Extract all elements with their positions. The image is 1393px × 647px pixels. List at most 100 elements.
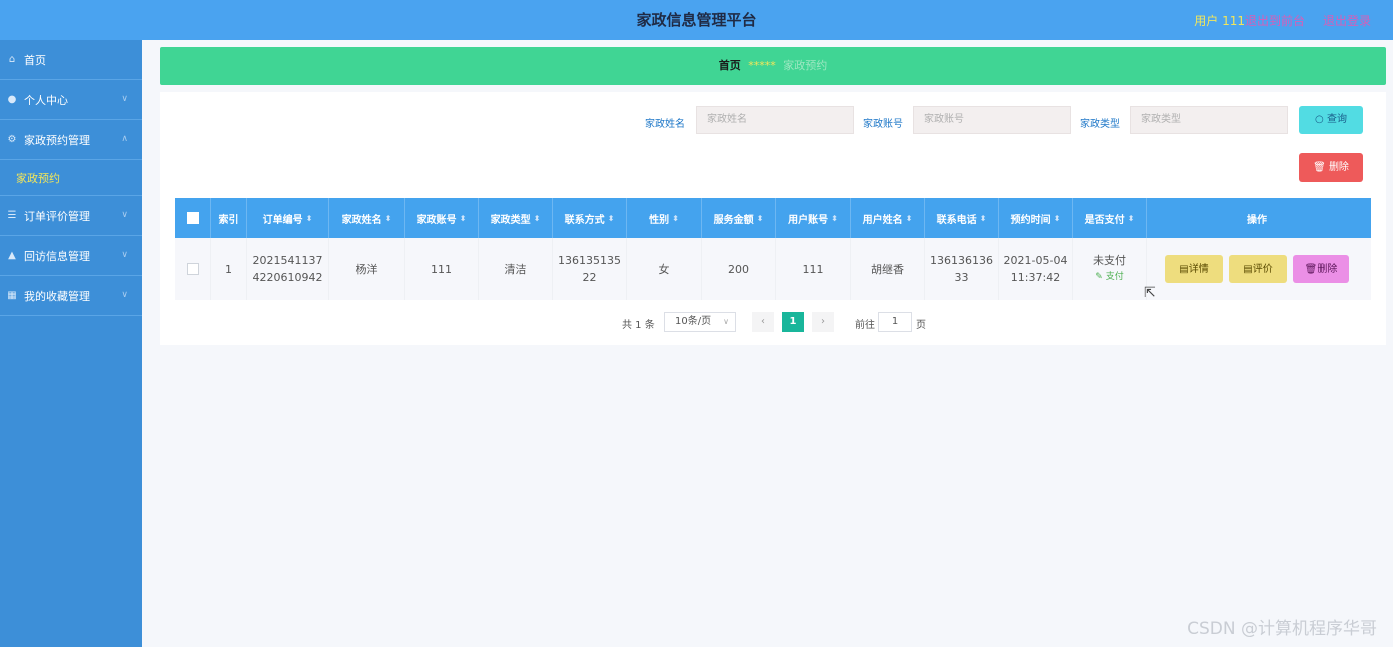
col-contact[interactable]: 联系方式 ⬍	[553, 198, 627, 238]
col-account[interactable]: 家政账号 ⬍	[405, 198, 479, 238]
col-index: 索引	[211, 198, 247, 238]
sidebar-item-followup[interactable]: ▲ 回访信息管理 ∨	[0, 236, 142, 276]
back-to-front-link[interactable]: 退出到前台	[1245, 12, 1305, 29]
row-checkbox[interactable]	[186, 263, 199, 275]
cell-line: 22	[582, 271, 597, 284]
select-all-cell	[175, 198, 211, 238]
table-header: 索引 订单编号 ⬍ 家政姓名 ⬍ 家政账号 ⬍ 家政类型 ⬍ 联系方式 ⬍ 性别 ⬍ 服务金…	[175, 198, 1371, 238]
col-type[interactable]: 家政类型 ⬍	[479, 198, 553, 238]
col-phone[interactable]: 联系电话 ⬍	[925, 198, 999, 238]
page-size-select[interactable]: 10条/页 ∨	[664, 312, 736, 332]
detail-button-label: 详情	[1188, 263, 1209, 275]
batch-delete-button[interactable]: 🗑 删除	[1299, 153, 1363, 182]
sort-icon: ⬍	[384, 213, 392, 223]
col-time[interactable]: 预约时间 ⬍	[999, 198, 1073, 238]
cell-order-no: 2021541137 4220610942	[247, 238, 329, 300]
col-gender[interactable]: 性别 ⬍	[627, 198, 702, 238]
evaluate-button[interactable]: ▤ 评价	[1229, 255, 1287, 283]
sidebar-item-booking[interactable]: ⚙ 家政预约管理 ∧	[0, 120, 142, 160]
col-label: 服务金额	[713, 214, 754, 226]
app-title: 家政信息管理平台	[636, 11, 757, 29]
select-all-checkbox[interactable]	[186, 212, 199, 224]
sort-icon: ⬍	[533, 213, 541, 223]
col-name[interactable]: 家政姓名 ⬍	[329, 198, 405, 238]
col-label: 联系电话	[936, 214, 977, 226]
col-label: 联系方式	[564, 214, 605, 226]
thumb-icon: ▲	[8, 249, 16, 261]
document-icon: ▤	[1243, 263, 1253, 275]
cell-amount: 200	[702, 238, 776, 300]
page-size-value: 10条/页	[675, 316, 712, 327]
cell-actions: ▤ 详情 ▤ 评价 🗑 删除	[1147, 238, 1367, 300]
detail-button[interactable]: ▤ 详情	[1165, 255, 1223, 283]
current-page[interactable]: 1	[782, 312, 804, 332]
sidebar-item-label: 个人中心	[24, 93, 68, 107]
sort-icon: ⬍	[1053, 213, 1061, 223]
type-input[interactable]: 家政类型	[1130, 106, 1288, 134]
cell-name: 杨洋	[329, 238, 405, 300]
main-panel: 家政姓名 家政姓名 家政账号 家政账号 家政类型 家政类型 ○ 查询 🗑 删除 …	[160, 92, 1386, 345]
breadcrumb-separator: *****	[748, 59, 776, 72]
type-label: 家政类型	[1080, 119, 1120, 130]
delete-button-label: 删除	[1317, 263, 1338, 275]
cell-line: 11:37:42	[1010, 271, 1061, 284]
trash-icon: 🗑	[1304, 263, 1318, 275]
sidebar-item-order-review[interactable]: ☰ 订单评价管理 ∨	[0, 196, 142, 236]
pay-link-label: 支付	[1105, 272, 1124, 282]
goto-label: 前往	[855, 320, 875, 331]
query-button[interactable]: ○ 查询	[1299, 106, 1363, 134]
document-icon: ▤	[1179, 263, 1189, 275]
cell-time: 2021-05-04 11:37:42	[999, 238, 1073, 300]
col-label: 性别	[649, 214, 670, 226]
logout-link[interactable]: 退出登录	[1323, 12, 1371, 29]
sort-icon: ⬍	[672, 213, 679, 223]
name-input[interactable]: 家政姓名	[696, 106, 854, 134]
col-label: 家政姓名	[341, 214, 382, 226]
col-order-no[interactable]: 订单编号 ⬍	[247, 198, 329, 238]
col-user-account[interactable]: 用户账号 ⬍	[776, 198, 851, 238]
grid-icon: ▦	[7, 289, 17, 301]
sidebar-subitem-booking[interactable]: 家政预约	[0, 160, 142, 196]
sidebar-item-favorites[interactable]: ▦ 我的收藏管理 ∨	[0, 276, 142, 316]
sort-icon: ⬍	[1127, 213, 1135, 223]
cell-phone: 136136136 33	[925, 238, 999, 300]
col-actions: 操作	[1147, 198, 1367, 238]
sort-icon: ⬍	[831, 213, 838, 223]
sidebar-item-home[interactable]: ⌂ 首页	[0, 40, 142, 80]
cell-gender: 女	[627, 238, 702, 300]
sidebar-item-profile[interactable]: ● 个人中心 ∨	[0, 80, 142, 120]
edit-icon: ✎	[1095, 272, 1106, 282]
cell-contact: 136135135 22	[553, 238, 627, 300]
goto-page-input[interactable]: 1	[878, 312, 912, 332]
col-user-name[interactable]: 用户姓名 ⬍	[851, 198, 925, 238]
cell-user-name: 胡继香	[851, 238, 925, 300]
next-page-button[interactable]: ›	[812, 312, 834, 332]
pay-link[interactable]: ✎ 支付	[1095, 269, 1123, 286]
cell-line: 4220610942	[252, 271, 323, 284]
evaluate-button-label: 评价	[1252, 263, 1273, 275]
col-amount[interactable]: 服务金额 ⬍	[702, 198, 776, 238]
settings-icon: ⚙	[7, 133, 17, 145]
name-label: 家政姓名	[645, 119, 685, 130]
delete-button[interactable]: 🗑 删除	[1293, 255, 1349, 283]
sidebar-item-label: 回访信息管理	[24, 249, 90, 263]
account-input[interactable]: 家政账号	[913, 106, 1071, 134]
breadcrumb-current: 家政预约	[783, 59, 828, 72]
chevron-down-icon: ∨	[121, 94, 128, 104]
sort-icon: ⬍	[305, 213, 313, 223]
trash-icon: 🗑	[1313, 162, 1329, 173]
col-label: 用户账号	[788, 214, 829, 226]
col-paid[interactable]: 是否支付 ⬍	[1073, 198, 1147, 238]
chevron-up-icon: ∧	[121, 134, 128, 144]
row-select-cell	[175, 238, 211, 300]
pagination-total: 共 1 条	[622, 320, 655, 331]
cell-line: 136135135	[558, 254, 621, 267]
paid-status: 未支付	[1093, 254, 1126, 267]
page-unit-label: 页	[916, 320, 926, 331]
search-icon: ○	[1315, 114, 1327, 125]
col-label: 索引	[218, 214, 239, 226]
col-label: 用户姓名	[862, 214, 903, 226]
breadcrumb-home[interactable]: 首页	[719, 59, 741, 72]
cell-line: 2021541137	[252, 254, 323, 267]
prev-page-button[interactable]: ‹	[752, 312, 774, 332]
